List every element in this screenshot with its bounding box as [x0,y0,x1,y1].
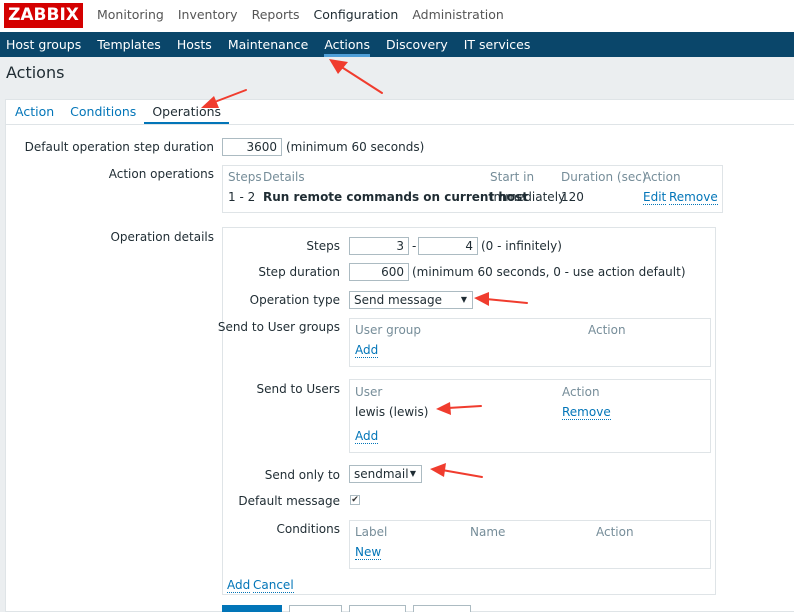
user-row-remove-link[interactable]: Remove [562,405,611,420]
operation-type-select[interactable]: Send message ▼ [349,291,473,309]
submenu-it-services[interactable]: IT services [456,32,539,57]
page-title: Actions [6,63,65,82]
dropdown-arrow-icon: ▼ [409,469,416,478]
step-duration-label: Step duration [258,265,340,279]
menu-reports[interactable]: Reports [245,0,307,32]
col-action: Action [643,170,681,184]
submenu-maintenance[interactable]: Maintenance [220,32,317,57]
steps-separator: - [412,239,417,253]
operation-details-label: Operation details [110,230,214,244]
col-details: Details [263,170,305,184]
submenu-host-groups[interactable]: Host groups [0,32,89,57]
action-form-panel: Action Conditions Operations Default ope… [5,99,794,612]
col-user-group: User group [355,323,422,337]
menu-inventory[interactable]: Inventory [171,0,245,32]
zabbix-logo[interactable]: ZABBIX [4,3,83,28]
steps-to-input[interactable]: 4 [418,237,478,255]
operation-duration: 120 [561,190,584,204]
add-operation-link[interactable]: Add [227,578,251,593]
tab-action[interactable]: Action [6,100,62,124]
steps-label: Steps [306,239,340,253]
menu-administration[interactable]: Administration [405,0,510,32]
submenu-discovery[interactable]: Discovery [378,32,456,57]
col-start-in: Start in [490,170,535,184]
update-button[interactable] [222,605,282,612]
operation-type-value: Send message [354,293,442,307]
clone-button[interactable] [289,605,342,612]
send-only-to-select[interactable]: sendmail ▼ [349,465,422,483]
add-user-group-link[interactable]: Add [355,343,379,358]
col-duration: Duration (sec) [561,170,647,184]
col-user-action: Action [562,385,600,399]
operation-remove-link[interactable]: Remove [669,190,718,205]
user-groups-label: Send to User groups [217,320,340,334]
conditions-table: Label Name Action New [349,520,711,569]
action-operations-label: Action operations [108,167,214,181]
users-label: Send to Users [256,382,340,396]
tab-operations[interactable]: Operations [144,100,230,124]
default-step-duration-input[interactable]: 3600 [222,138,282,156]
send-only-to-value: sendmail [354,467,409,481]
default-step-duration-hint: (minimum 60 seconds) [286,140,425,154]
form-tabs: Action Conditions Operations [6,100,794,125]
operation-steps: 1 - 2 [228,190,256,204]
operation-type-label: Operation type [249,293,340,307]
default-step-duration-label: Default operation step duration [24,140,214,154]
new-condition-link[interactable]: New [355,545,382,560]
menu-monitoring[interactable]: Monitoring [90,0,171,32]
col-user-group-action: Action [588,323,626,337]
col-name: Name [470,525,506,539]
operation-start-in: Immediately [490,190,566,204]
users-table: User Action lewis (lewis) Remove Add [349,379,711,453]
cancel-operation-link[interactable]: Cancel [253,578,294,593]
operation-edit-link[interactable]: Edit [643,190,667,205]
main-menu: Monitoring Inventory Reports Configurati… [90,0,511,32]
col-steps: Steps [228,170,262,184]
submenu-actions[interactable]: Actions [316,32,378,57]
col-condition-action: Action [596,525,634,539]
sub-menu: Host groups Templates Hosts Maintenance … [0,32,794,57]
submenu-hosts[interactable]: Hosts [169,32,220,57]
operation-details: Run remote commands on current host [263,190,528,204]
default-message-checkbox[interactable]: ✔ [350,495,360,505]
steps-from-input[interactable]: 3 [349,237,409,255]
menu-configuration[interactable]: Configuration [307,0,406,32]
annotation-arrow-icon [329,59,383,94]
cancel-button[interactable] [413,605,471,612]
step-duration-input[interactable]: 600 [349,263,409,281]
operation-details-box: Steps 3 - 4 (0 - infinitely) Step durati… [218,227,716,595]
delete-button[interactable] [349,605,406,612]
dropdown-arrow-icon: ▼ [460,295,467,304]
user-groups-table: User group Action Add [349,318,711,367]
submenu-templates[interactable]: Templates [89,32,169,57]
tab-conditions[interactable]: Conditions [62,100,144,124]
default-message-label: Default message [238,494,340,508]
action-operations-table: Steps Details Start in Duration (sec) Ac… [222,165,723,213]
steps-hint: (0 - infinitely) [481,239,562,253]
add-user-link[interactable]: Add [355,429,379,444]
send-only-to-label: Send only to [264,468,340,482]
user-row-name: lewis (lewis) [355,405,429,419]
step-duration-hint: (minimum 60 seconds, 0 - use action defa… [412,265,686,279]
col-label: Label [355,525,388,539]
conditions-label: Conditions [276,522,340,536]
col-user: User [355,385,383,399]
top-header: ZABBIX Monitoring Inventory Reports Conf… [0,0,794,32]
